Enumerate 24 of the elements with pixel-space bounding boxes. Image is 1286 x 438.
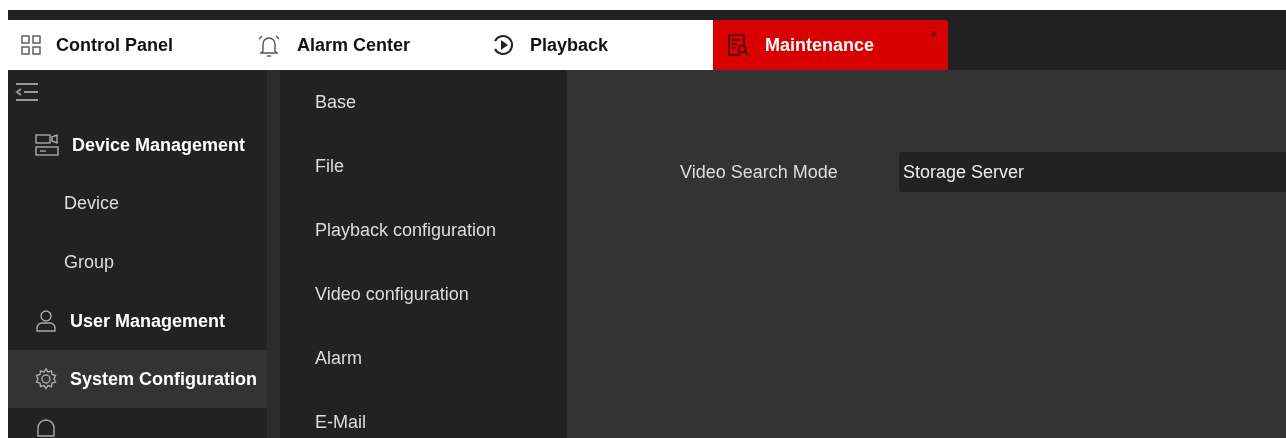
nav-tab[interactable]: Control Panel	[8, 20, 243, 70]
device-icon	[34, 133, 60, 157]
input-field[interactable]: Storage Server	[899, 152, 1286, 192]
submenu-item[interactable]: Alarm	[280, 326, 567, 390]
sidebar-subitem[interactable]: Device	[8, 174, 267, 233]
grid-icon	[20, 34, 42, 56]
submenu-item[interactable]: Base	[280, 70, 567, 134]
field-label: Video Search Mode	[679, 161, 839, 183]
bell-icon	[34, 416, 58, 438]
document-wrench-icon	[725, 32, 751, 58]
submenu-item[interactable]: E-Mail	[280, 390, 567, 438]
submenu-item[interactable]: File	[280, 134, 567, 198]
collapse-menu-icon[interactable]	[14, 82, 40, 102]
nav-tab[interactable]: Alarm Center	[243, 20, 478, 70]
sidebar-item[interactable]: User Management	[8, 292, 267, 350]
nav-tab[interactable]: Playback	[478, 20, 713, 70]
user-icon	[34, 309, 58, 333]
nav-tab[interactable]: Maintenance ×	[713, 20, 948, 70]
sidebar-item[interactable]: System Configuration	[8, 350, 267, 408]
submenu-item[interactable]: Playback configuration	[280, 198, 567, 262]
sidebar-subitem[interactable]: Group	[8, 233, 267, 292]
submenu-item[interactable]: Video configuration	[280, 262, 567, 326]
sidebar-item[interactable]: Device Management	[8, 116, 267, 174]
settings-icon	[34, 367, 58, 391]
